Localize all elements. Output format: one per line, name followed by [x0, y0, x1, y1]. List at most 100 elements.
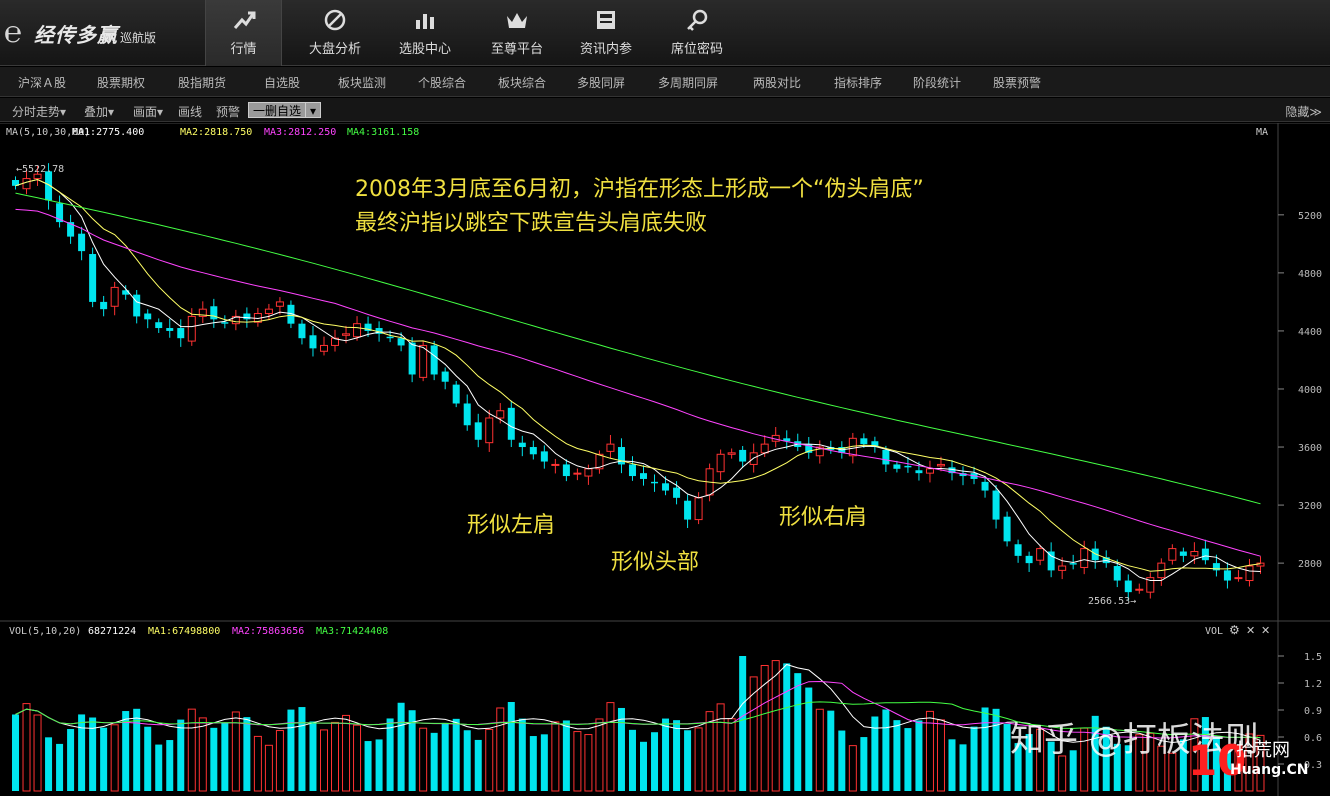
candle-body	[1234, 577, 1243, 580]
trend-icon	[206, 0, 281, 38]
volume-bar	[684, 730, 692, 791]
candle-body	[584, 468, 593, 477]
candle-body	[1190, 551, 1199, 557]
volume-bar	[771, 660, 780, 792]
candle-body	[187, 315, 196, 342]
volume-bar	[496, 707, 505, 792]
menu-item-5[interactable]: 板块监测	[338, 74, 386, 91]
volume-bar	[198, 717, 207, 792]
volume-bar	[298, 707, 306, 791]
ma2-line	[15, 178, 1261, 572]
volume-bar	[386, 718, 394, 791]
candle-body	[507, 407, 515, 440]
crown-icon	[474, 0, 560, 38]
candle-body	[640, 473, 647, 479]
nav-item-6[interactable]: 席位密码	[654, 0, 740, 66]
volume-bar	[893, 720, 901, 791]
volume-bar	[221, 722, 229, 791]
menu-item-11[interactable]: 指标排序	[834, 74, 882, 91]
y-tick-label: 2800	[1298, 559, 1322, 570]
volume-bar	[275, 730, 284, 792]
volume-bar	[155, 744, 163, 791]
volume-bar	[727, 718, 736, 792]
menu-item-1[interactable]: 沪深Ａ股	[18, 74, 66, 91]
volume-bar	[838, 730, 846, 791]
candle-body	[397, 338, 405, 346]
volume-bar	[651, 732, 659, 791]
volume-bar	[12, 714, 19, 791]
volume-bar	[783, 663, 791, 791]
vol-tick-label: 1.2	[1304, 679, 1322, 690]
volume-bar	[474, 739, 482, 791]
menu-item-3[interactable]: 股指期货	[178, 74, 226, 91]
y-tick-label: 4400	[1298, 327, 1322, 338]
nav-item-2[interactable]: 大盘分析	[292, 0, 378, 66]
logo-title: 经传多赢	[34, 22, 118, 47]
menu-item-2[interactable]: 股票期权	[97, 74, 145, 91]
menu-item-9[interactable]: 多周期同屏	[658, 74, 718, 91]
watchlist-dropdown-icon[interactable]: ▾	[305, 102, 322, 118]
menu-item-6[interactable]: 个股综合	[418, 74, 466, 91]
candle-body	[981, 481, 989, 491]
settings-icon[interactable]: ⚙	[1229, 623, 1240, 637]
volume-bar	[67, 729, 75, 791]
toolbar-item-4[interactable]: 画线	[178, 103, 202, 120]
nav-item-5[interactable]: 资讯内参	[563, 0, 649, 66]
candle-body	[89, 254, 97, 302]
candle-body	[441, 371, 449, 382]
toolbar-item-3[interactable]: 画面▾	[133, 103, 163, 120]
candle-body	[177, 328, 185, 339]
nav-item-3[interactable]: 选股中心	[382, 0, 468, 66]
ma1-value: MA1:2775.400	[72, 127, 144, 138]
logo-subtitle: 巡航版	[120, 30, 157, 45]
candle-body	[573, 472, 582, 475]
hide-button[interactable]: 隐藏≫	[1285, 103, 1322, 120]
volume-bar	[210, 727, 218, 791]
candle-body	[1223, 570, 1231, 581]
volume-bar	[187, 708, 196, 792]
candle-body	[562, 464, 570, 477]
close-panel-icon[interactable]: ✕	[1261, 624, 1270, 637]
candle-body	[264, 308, 273, 315]
menu-item-13[interactable]: 股票预警	[993, 74, 1041, 91]
candle-body	[210, 306, 218, 320]
candle-body	[1135, 588, 1144, 591]
vol-tick-label: 0.9	[1304, 706, 1322, 717]
close-icon[interactable]: ✕	[1246, 624, 1255, 637]
y-tick-label: 3600	[1298, 443, 1322, 454]
watchlist-remove-button[interactable]: 一删自选	[248, 102, 307, 118]
candle-body	[166, 328, 174, 331]
candle-body	[936, 463, 945, 467]
nav-item-4[interactable]: 至尊平台	[474, 0, 560, 66]
volume-bar	[529, 736, 537, 791]
toolbar-item-1[interactable]: 分时走势▾	[12, 103, 66, 120]
candle-body	[893, 464, 901, 469]
candle-body	[452, 384, 460, 404]
kline-chart[interactable]: MA(5,10,30,60)MA1:2775.400 MA2:2818.750 MA…	[0, 123, 1330, 796]
candle-body	[342, 333, 351, 336]
menu-item-12[interactable]: 阶段统计	[913, 74, 961, 91]
volume-bar	[794, 673, 802, 791]
volume-bar	[110, 724, 119, 792]
menu-item-10[interactable]: 两股对比	[753, 74, 801, 91]
candle-body	[419, 344, 428, 378]
menu-item-4[interactable]: 自选股	[264, 74, 300, 91]
volume-bar	[243, 717, 251, 791]
candle-body	[992, 490, 1000, 520]
toolbar-item-2[interactable]: 叠加▾	[84, 103, 114, 120]
ma-corner-label: MA	[1256, 127, 1268, 138]
candle-body	[694, 497, 703, 521]
top-navigation-bar: ℮ 经传多赢 巡航版 行情 大盘分析 选股中心 至尊平台 资讯内参 席位密码	[0, 0, 1330, 66]
volume-bar	[78, 714, 86, 791]
ma4-value: MA4:3161.158	[347, 127, 419, 138]
nav-item-1[interactable]: 行情	[205, 0, 282, 66]
volume-bar	[331, 721, 340, 792]
menu-item-8[interactable]: 多股同屏	[577, 74, 625, 91]
menu-item-7[interactable]: 板块综合	[498, 74, 546, 91]
volume-bar	[231, 711, 240, 792]
volume-bar	[815, 708, 824, 792]
head-label: 形似头部	[611, 550, 699, 575]
toolbar-item-5[interactable]: 预警	[216, 103, 240, 120]
candle-body	[474, 422, 482, 440]
volume-bar	[144, 726, 152, 791]
